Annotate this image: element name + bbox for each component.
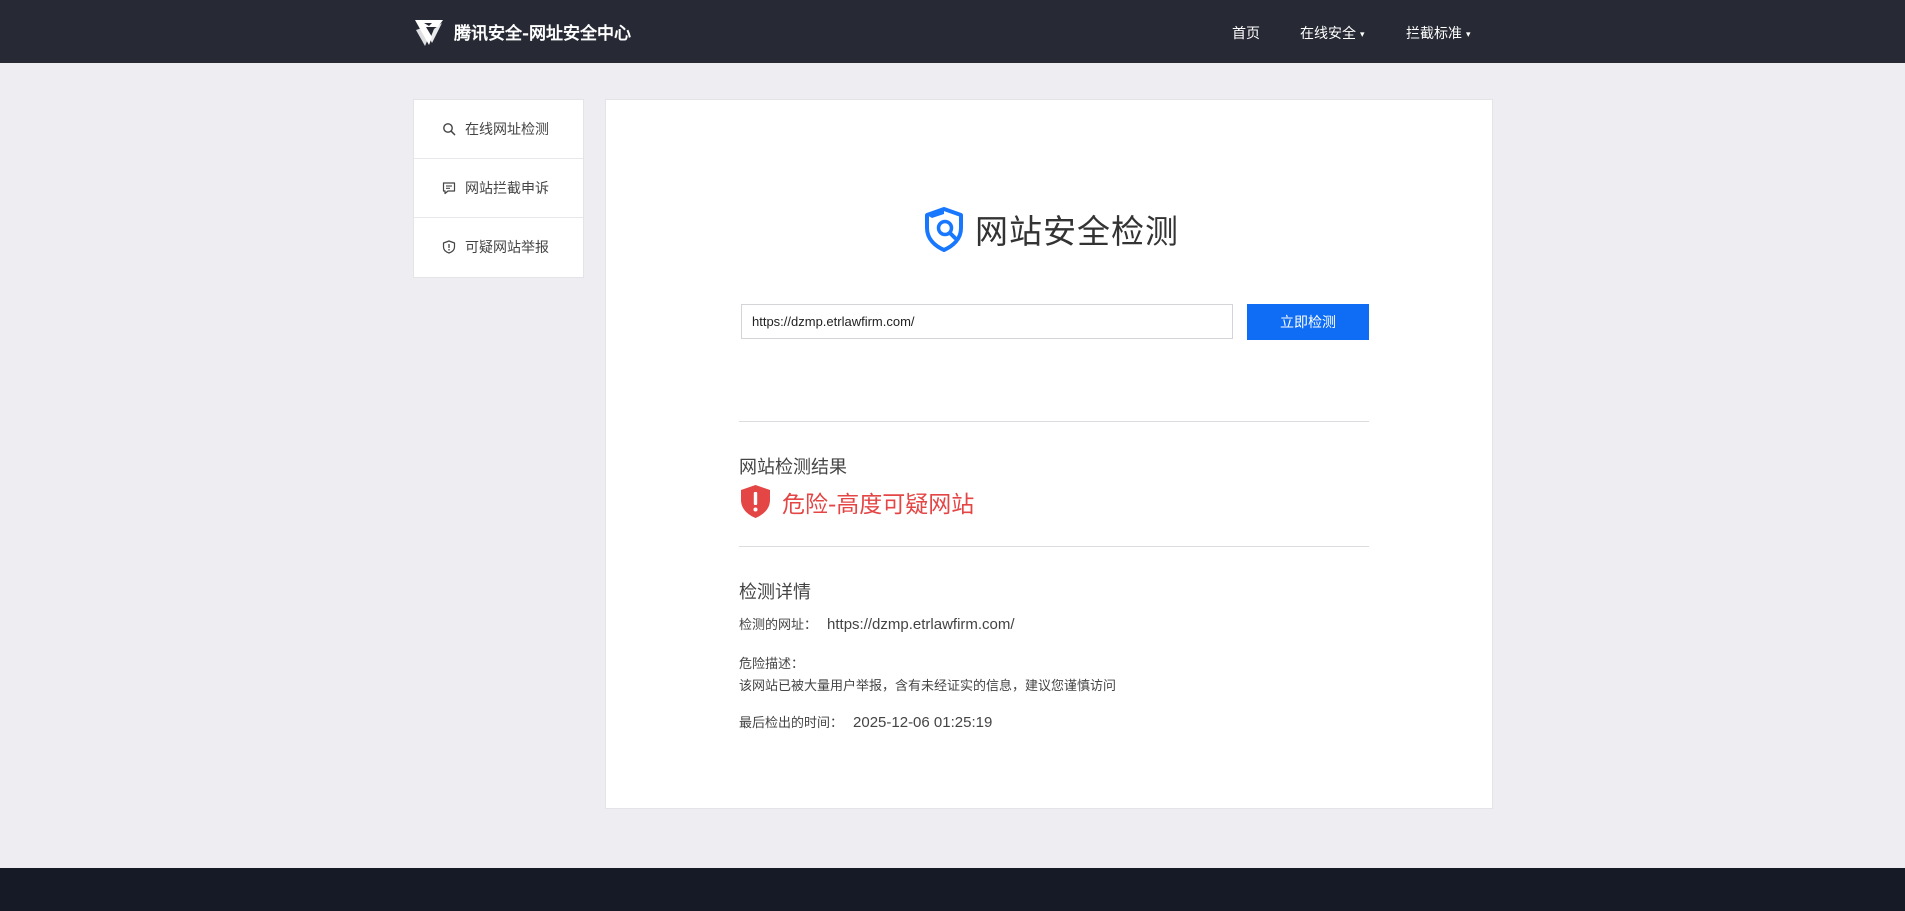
chevron-down-icon: ▾: [1466, 30, 1471, 40]
detail-time-value: 2025-12-06 01:25:19: [853, 714, 993, 731]
brand[interactable]: 腾讯安全-网址安全中心: [412, 15, 631, 48]
nav-home[interactable]: 首页: [1232, 23, 1260, 43]
detail-time-row: 最后检出的时间： 2025-12-06 01:25:19: [739, 712, 992, 731]
detail-risk-label: 危险描述：: [739, 657, 805, 672]
nav-online-security[interactable]: 在线安全 ▾: [1300, 23, 1365, 43]
shield-search-icon: [925, 207, 963, 252]
detail-risk-text: 该网站已被大量用户举报，含有未经证实的信息，建议您谨慎访问: [739, 679, 1117, 694]
main-panel: 网站安全检测 立即检测 网站检测结果 危险-高度可疑网站 检测详情 检测的网址：…: [605, 99, 1493, 809]
divider: [739, 546, 1369, 547]
detail-url-row: 检测的网址： https://dzmp.etrlawfirm.com/: [739, 614, 1015, 633]
sidebar-item-appeal[interactable]: 网站拦截申诉: [414, 159, 583, 218]
result-status: 危险-高度可疑网站: [739, 484, 974, 519]
sidebar-item-label: 在线网址检测: [465, 122, 549, 138]
sidebar-item-label: 网站拦截申诉: [465, 181, 549, 197]
nav-online-security-label: 在线安全: [1300, 26, 1356, 42]
check-now-button[interactable]: 立即检测: [1247, 304, 1369, 340]
danger-status-text: 危险-高度可疑网站: [782, 491, 975, 518]
sidebar-item-report[interactable]: 可疑网站举报: [414, 218, 583, 276]
detail-time-label: 最后检出的时间：: [739, 716, 844, 731]
danger-shield-icon: [741, 485, 770, 518]
sidebar-item-label: 可疑网站举报: [465, 240, 549, 256]
url-input[interactable]: [741, 304, 1233, 339]
tencent-security-logo-icon: [415, 19, 443, 46]
search-icon: [443, 123, 456, 136]
page-header: 网站安全检测: [921, 205, 1179, 253]
nav-block-standards-label: 拦截标准: [1406, 26, 1462, 42]
top-navbar: 腾讯安全-网址安全中心 首页 在线安全 ▾ 拦截标准 ▾: [0, 0, 1905, 63]
detail-url-value: https://dzmp.etrlawfirm.com/: [827, 616, 1015, 633]
sidebar: 在线网址检测 网站拦截申诉 可疑网站举报: [413, 99, 584, 278]
nav-home-label: 首页: [1232, 26, 1260, 42]
detail-url-label: 检测的网址：: [739, 618, 818, 633]
brand-title: 腾讯安全-网址安全中心: [454, 24, 632, 44]
result-heading: 网站检测结果: [739, 457, 847, 478]
message-icon: [442, 182, 456, 195]
shield-alert-icon: [442, 240, 456, 254]
divider: [739, 421, 1369, 422]
sidebar-item-url-check[interactable]: 在线网址检测: [414, 100, 583, 159]
page-title: 网站安全检测: [975, 212, 1179, 251]
footer: [0, 868, 1905, 911]
chevron-down-icon: ▾: [1360, 30, 1365, 40]
nav-block-standards[interactable]: 拦截标准 ▾: [1406, 23, 1471, 43]
detail-heading: 检测详情: [739, 582, 811, 603]
